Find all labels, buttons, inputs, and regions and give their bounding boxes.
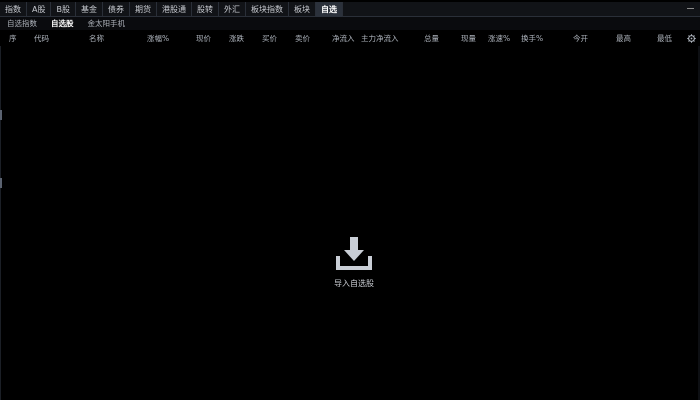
tab-bonds[interactable]: 债券 xyxy=(103,1,130,17)
left-scroll-marker xyxy=(0,110,2,120)
subtab-custom-index[interactable]: 自选指数 xyxy=(0,17,44,30)
settings-gear-icon[interactable] xyxy=(687,34,696,43)
tab-funds[interactable]: 基金 xyxy=(76,1,103,17)
import-watchlist-label[interactable]: 导入自选股 xyxy=(322,278,386,289)
column-header-row: 序 代码 名称 涨幅% 现价 涨跌 买价 卖价 净流入 主力净流入 总量 现量 … xyxy=(0,32,700,46)
tab-forex[interactable]: 外汇 xyxy=(219,1,246,17)
col-index[interactable]: 序 xyxy=(9,32,17,46)
minimize-icon[interactable] xyxy=(687,8,694,9)
col-name[interactable]: 名称 xyxy=(89,32,104,46)
col-change-pct[interactable]: 涨幅% xyxy=(147,32,169,46)
tab-share-transfer[interactable]: 股转 xyxy=(192,1,219,17)
left-panel-edge xyxy=(0,46,1,400)
col-bid[interactable]: 买价 xyxy=(262,32,277,46)
col-last-volume[interactable]: 现量 xyxy=(461,32,476,46)
col-code[interactable]: 代码 xyxy=(34,32,49,46)
col-ask[interactable]: 卖价 xyxy=(295,32,310,46)
market-tab-bar: 指数 A股 B股 基金 债券 期货 港股通 股转 外汇 板块指数 板块 自选 xyxy=(0,1,700,17)
col-change[interactable]: 涨跌 xyxy=(229,32,244,46)
col-price[interactable]: 现价 xyxy=(196,32,211,46)
empty-watchlist-state[interactable]: 导入自选股 xyxy=(322,234,386,289)
subtab-custom-stocks[interactable]: 自选股 xyxy=(44,17,81,30)
tab-watchlist[interactable]: 自选 xyxy=(315,1,343,17)
tab-index[interactable]: 指数 xyxy=(0,1,27,17)
col-turnover-pct[interactable]: 换手% xyxy=(521,32,543,46)
left-scroll-marker xyxy=(0,178,2,188)
subtab-golden-sun-mobile[interactable]: 金太阳手机 xyxy=(81,17,133,30)
col-speed-pct[interactable]: 涨速% xyxy=(488,32,510,46)
stock-watchlist-app: 指数 A股 B股 基金 债券 期货 港股通 股转 外汇 板块指数 板块 自选 自… xyxy=(0,0,700,400)
watchlist-sub-tab-bar: 自选指数 自选股 金太阳手机 xyxy=(0,17,700,30)
tab-b-shares[interactable]: B股 xyxy=(51,1,76,17)
col-low[interactable]: 最低 xyxy=(657,32,672,46)
tab-futures[interactable]: 期货 xyxy=(130,1,157,17)
tab-sector-index[interactable]: 板块指数 xyxy=(246,1,289,17)
col-volume[interactable]: 总量 xyxy=(424,32,439,46)
col-net-inflow[interactable]: 净流入 xyxy=(332,32,355,46)
col-main-net-inflow[interactable]: 主力净流入 xyxy=(361,32,399,46)
import-download-icon[interactable] xyxy=(335,234,373,272)
col-high[interactable]: 最高 xyxy=(616,32,631,46)
tab-a-shares[interactable]: A股 xyxy=(27,1,52,17)
tab-hk-connect[interactable]: 港股通 xyxy=(157,1,192,17)
tab-sector[interactable]: 板块 xyxy=(289,1,316,17)
col-open[interactable]: 今开 xyxy=(573,32,588,46)
